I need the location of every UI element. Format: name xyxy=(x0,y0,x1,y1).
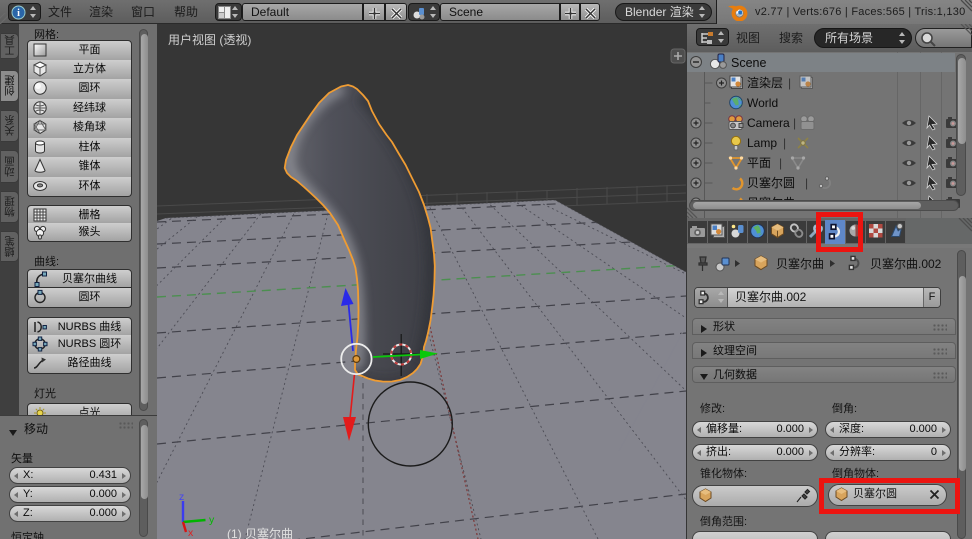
svg-text:平面: 平面 xyxy=(747,156,771,170)
svg-text:y: y xyxy=(209,514,215,526)
svg-text:Lamp: Lamp xyxy=(747,136,777,150)
svg-text:渲染层: 渲染层 xyxy=(747,75,783,90)
svg-text:|: | xyxy=(793,116,796,130)
svg-text:Camera: Camera xyxy=(747,116,790,130)
svg-text:z: z xyxy=(179,491,184,503)
svg-text:|: | xyxy=(788,76,791,90)
svg-text:i: i xyxy=(17,8,20,19)
svg-text:|: | xyxy=(805,176,808,190)
svg-text:贝塞尔曲: 贝塞尔曲 xyxy=(776,256,824,271)
svg-text:|: | xyxy=(779,156,782,170)
svg-text:贝塞尔曲.002: 贝塞尔曲.002 xyxy=(870,256,942,271)
svg-text:World: World xyxy=(747,96,778,110)
svg-text:贝塞尔圆: 贝塞尔圆 xyxy=(747,175,795,190)
svg-text:x: x xyxy=(188,527,194,539)
svg-text:用户视图 (透视): 用户视图 (透视) xyxy=(168,32,251,47)
svg-text:|: | xyxy=(783,136,786,150)
svg-text:(1) 贝塞尔曲: (1) 贝塞尔曲 xyxy=(227,526,293,539)
svg-text:Scene: Scene xyxy=(731,56,766,70)
